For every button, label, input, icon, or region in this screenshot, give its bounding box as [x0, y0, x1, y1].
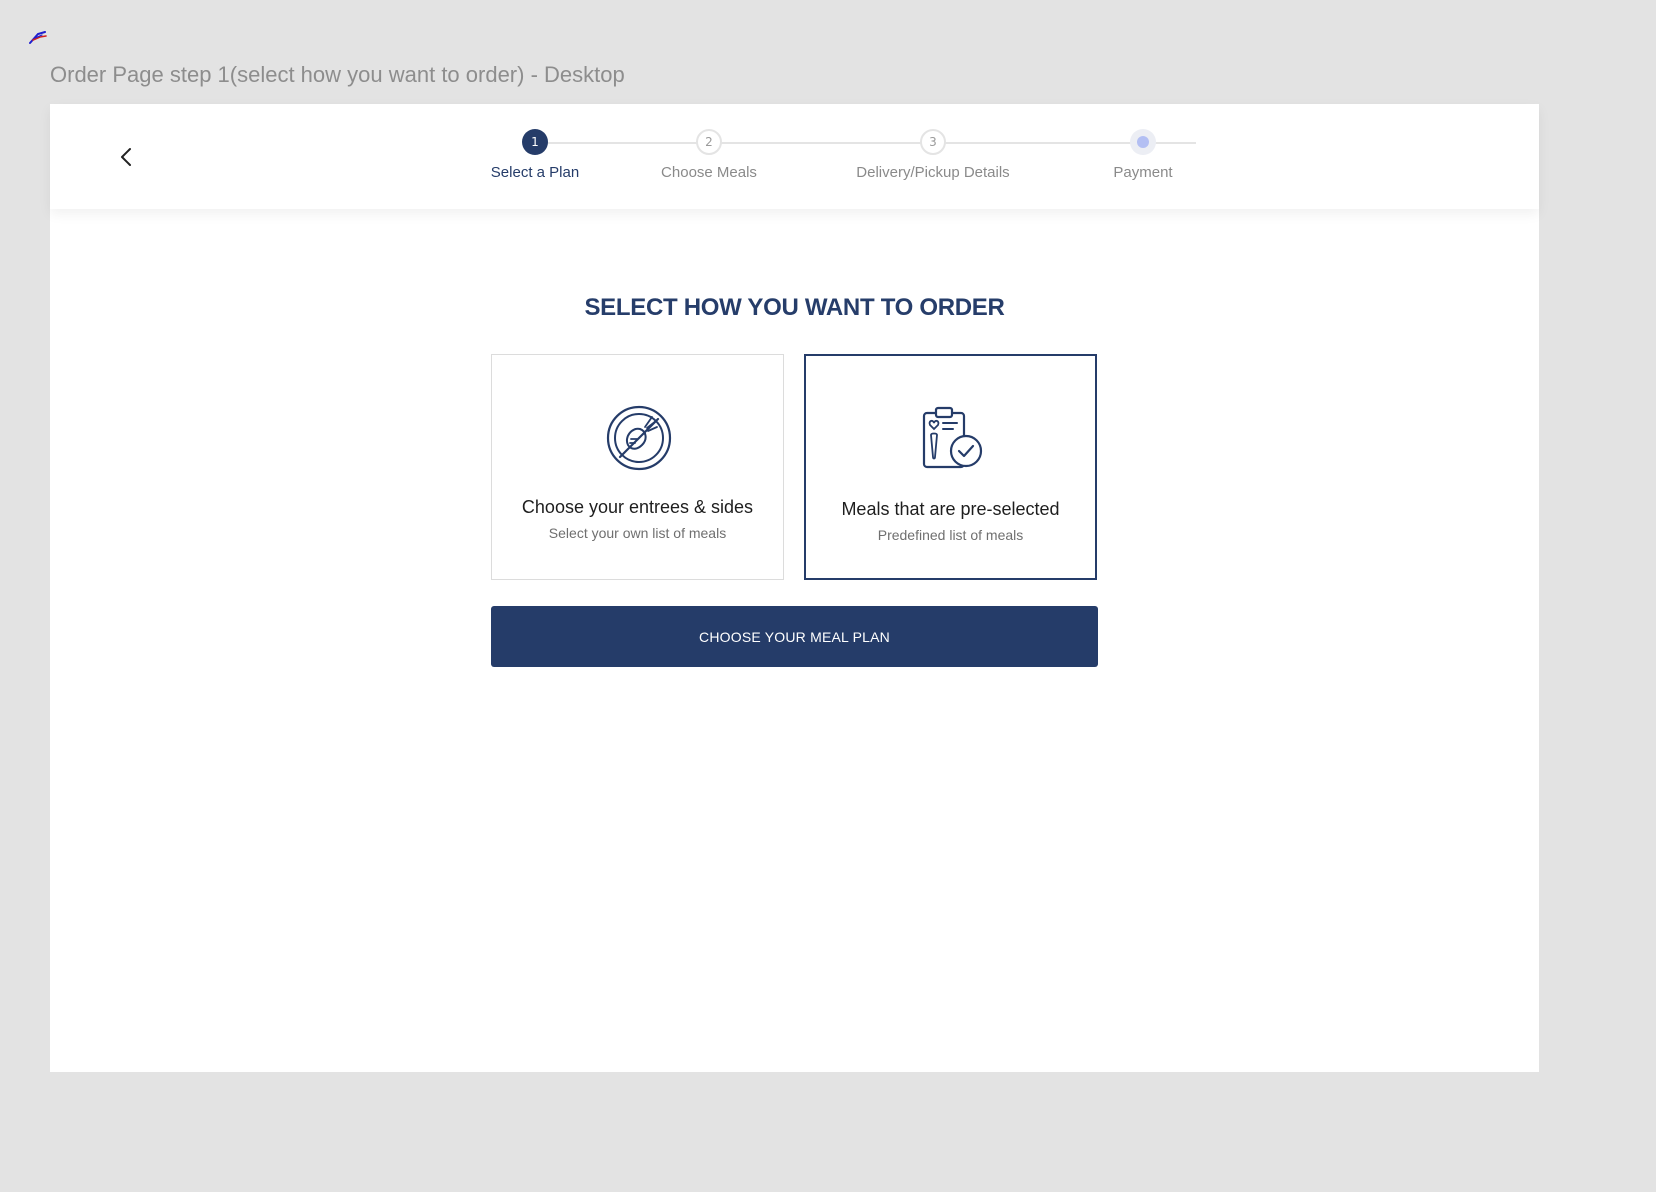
- back-button[interactable]: [114, 142, 138, 172]
- step-2-label: Choose Meals: [661, 164, 757, 181]
- step-3-label: Delivery/Pickup Details: [856, 164, 1010, 181]
- stepper-track: [535, 142, 1196, 144]
- chevron-left-icon: [121, 148, 131, 166]
- page-frame: 1 Select a Plan 2 Choose Meals 3 Deliver…: [50, 104, 1539, 1072]
- step-1-label: Select a Plan: [490, 164, 580, 181]
- clipboard-check-icon: [922, 406, 983, 469]
- step-2-indicator: 2: [696, 129, 722, 155]
- frame-title: Order Page step 1(select how you want to…: [50, 62, 625, 87]
- option-subtitle: Predefined list of meals: [877, 527, 1024, 543]
- option-title: Choose your entrees & sides: [521, 497, 754, 517]
- step-3-indicator: 3: [920, 129, 946, 155]
- option-subtitle: Select your own list of meals: [548, 525, 727, 541]
- option-card-pre-selected[interactable]: Meals that are pre-selected Predefined l…: [804, 354, 1097, 580]
- app-logo-icon: [29, 31, 47, 44]
- order-header: 1 Select a Plan 2 Choose Meals 3 Deliver…: [50, 104, 1539, 209]
- step-1-indicator: 1: [522, 129, 548, 155]
- step-4-dot: [1137, 136, 1149, 148]
- page-heading: SELECT HOW YOU WANT TO ORDER: [584, 294, 1005, 321]
- plate-vegetables-icon: [606, 405, 672, 471]
- option-title: Meals that are pre-selected: [841, 499, 1060, 519]
- step-4-label: Payment: [1113, 164, 1173, 181]
- choose-meal-plan-button[interactable]: CHOOSE YOUR MEAL PLAN: [491, 606, 1098, 667]
- option-card-entrees-sides[interactable]: Choose your entrees & sides Select your …: [491, 354, 784, 580]
- step-4-indicator: [1130, 129, 1156, 155]
